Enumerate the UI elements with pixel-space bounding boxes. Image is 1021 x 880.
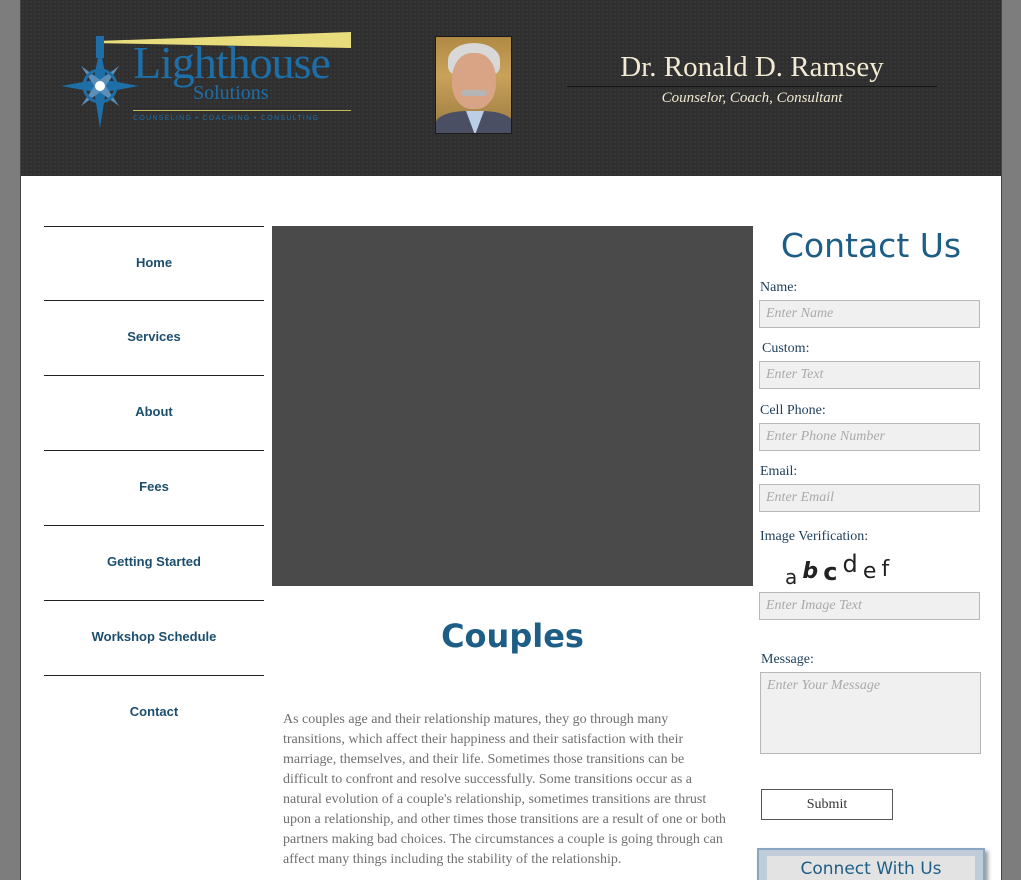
- nav-item-about[interactable]: About: [44, 375, 264, 450]
- captcha-char: c: [823, 558, 838, 586]
- doctor-portrait: [435, 36, 512, 134]
- name-field[interactable]: [759, 300, 980, 328]
- page: Lighthouse Solutions COUNSELING • COACHI…: [20, 0, 1002, 880]
- nav-item-home[interactable]: Home: [44, 226, 264, 300]
- doctor-title: Counselor, Coach, Consultant: [661, 90, 843, 106]
- connect-with-us-label: Connect With Us: [767, 856, 975, 880]
- email-field[interactable]: [759, 484, 980, 512]
- custom-field[interactable]: [759, 361, 980, 389]
- doctor-name: Dr. Ronald D. Ramsey: [620, 51, 884, 83]
- message-label: Message:: [761, 652, 814, 667]
- main-nav: Home Services About Fees Getting Started…: [44, 226, 264, 750]
- captcha-char: f: [881, 557, 890, 582]
- nav-item-services[interactable]: Services: [44, 300, 264, 375]
- image-verification-label: Image Verification:: [760, 529, 869, 544]
- compass-lighthouse-icon: [61, 36, 139, 128]
- name-label: Name:: [760, 280, 798, 295]
- phone-field[interactable]: [759, 423, 980, 451]
- custom-label: Custom:: [762, 341, 810, 356]
- captcha-image: a b c d e f: [785, 550, 895, 589]
- header: Lighthouse Solutions COUNSELING • COACHI…: [21, 0, 1001, 176]
- portrait-mustache: [461, 90, 487, 96]
- nav-item-fees[interactable]: Fees: [44, 450, 264, 525]
- logo-rule: [133, 110, 351, 111]
- page-title: Couples: [441, 617, 584, 655]
- logo-name: Lighthouse: [133, 37, 331, 88]
- nav-item-contact[interactable]: Contact: [44, 675, 264, 750]
- lighthouse-logo[interactable]: Lighthouse Solutions COUNSELING • COACHI…: [59, 30, 359, 130]
- page-body-text: As couples age and their relationship ma…: [283, 712, 726, 867]
- captcha-char: a: [785, 565, 798, 589]
- image-verification-field[interactable]: [759, 592, 980, 620]
- logo-subtitle: Solutions: [193, 82, 269, 104]
- connect-with-us-box[interactable]: Connect With Us: [757, 848, 985, 880]
- portrait-face: [452, 53, 496, 109]
- message-field[interactable]: [760, 672, 981, 754]
- captcha-char: e: [862, 559, 877, 584]
- image-slider[interactable]: [272, 226, 753, 586]
- logo-tagline: COUNSELING • COACHING • CONSULTING: [133, 115, 320, 122]
- captcha-char: b: [802, 559, 819, 584]
- doctor-name-divider: [567, 86, 937, 87]
- nav-item-getting-started[interactable]: Getting Started: [44, 525, 264, 600]
- submit-button[interactable]: Submit: [761, 789, 893, 820]
- contact-title: Contact Us: [780, 226, 962, 265]
- email-label: Email:: [760, 464, 798, 479]
- nav-item-workshop-schedule[interactable]: Workshop Schedule: [44, 600, 264, 675]
- phone-label: Cell Phone:: [760, 403, 826, 418]
- captcha-char: d: [842, 550, 858, 578]
